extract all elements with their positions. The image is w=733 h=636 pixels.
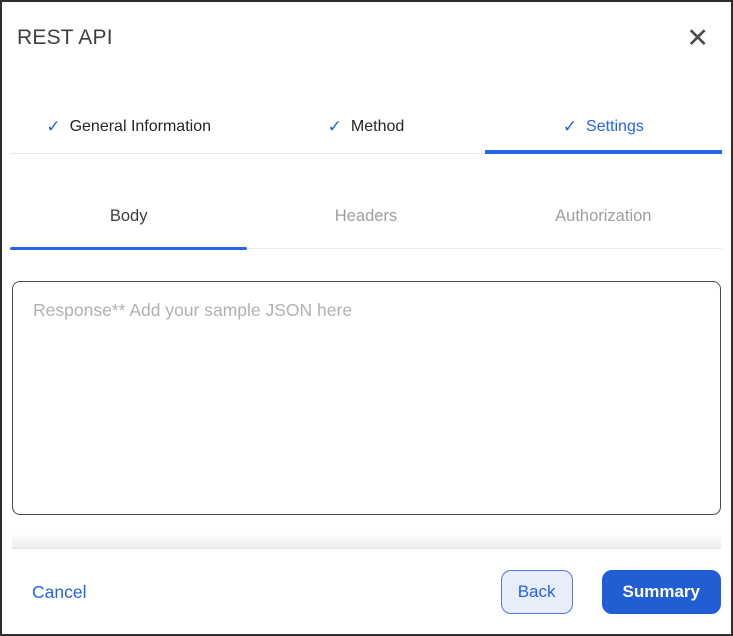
check-icon: ✓ — [327, 117, 342, 136]
summary-button[interactable]: Summary — [601, 570, 721, 614]
modal-title: REST API — [17, 26, 113, 49]
tab-content — [2, 249, 731, 549]
modal-header: REST API ✕ — [2, 2, 731, 70]
back-button[interactable]: Back — [500, 570, 573, 614]
check-icon: ✓ — [562, 117, 578, 136]
step-settings[interactable]: ✓ Settings — [484, 117, 723, 154]
close-icon[interactable]: ✕ — [682, 23, 713, 54]
step-label: Settings — [586, 118, 644, 135]
content-divider — [12, 534, 721, 549]
check-icon: ✓ — [46, 117, 61, 136]
step-label: General Information — [69, 118, 211, 135]
step-general-information[interactable]: ✓ General Information — [10, 117, 247, 153]
tab-headers[interactable]: Headers — [247, 207, 484, 248]
sample-json-input[interactable] — [12, 281, 721, 515]
step-method[interactable]: ✓ Method — [247, 117, 484, 153]
rest-api-modal: REST API ✕ ✓ General Information ✓ Metho… — [0, 0, 733, 636]
tab-label: Body — [109, 207, 148, 225]
tab-label: Authorization — [555, 207, 652, 225]
tab-body[interactable]: Body — [10, 207, 248, 250]
footer-actions: Back Summary — [500, 570, 721, 614]
step-label: Method — [350, 118, 405, 135]
tab-authorization[interactable]: Authorization — [485, 207, 722, 248]
settings-tabs: Body Headers Authorization — [10, 154, 722, 250]
wizard-steps: ✓ General Information ✓ Method ✓ Setting… — [10, 70, 723, 154]
cancel-button[interactable]: Cancel — [32, 582, 86, 603]
modal-footer: Cancel Back Summary — [2, 549, 731, 634]
tab-label: Headers — [334, 207, 398, 225]
